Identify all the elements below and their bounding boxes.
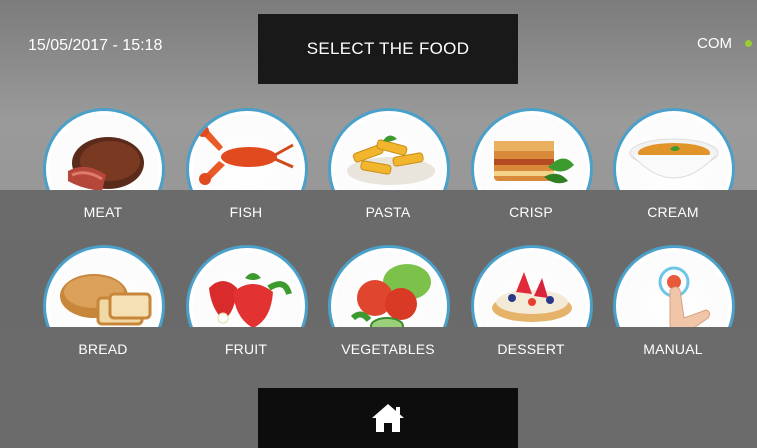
food-circle	[186, 245, 308, 327]
fruit-tart-icon	[492, 272, 572, 322]
penne-icon	[347, 135, 435, 185]
food-label: PASTA	[365, 204, 411, 220]
food-circle	[613, 108, 735, 190]
food-label: BREAD	[78, 341, 128, 357]
food-circle	[328, 108, 450, 190]
food-label: MANUAL	[643, 341, 703, 357]
food-circle	[613, 245, 735, 327]
food-label: CRISP	[509, 204, 553, 220]
food-tile-fruit[interactable]: FRUIT	[186, 245, 308, 365]
food-tile-cream[interactable]: CREAM	[613, 108, 735, 228]
food-circle	[471, 108, 593, 190]
home-icon	[372, 404, 404, 432]
food-circle	[43, 245, 165, 327]
food-tile-bread[interactable]: BREAD	[43, 245, 165, 365]
food-tile-dessert[interactable]: DESSERT	[471, 245, 593, 365]
hand-touch-icon	[658, 266, 711, 327]
vegetables-icon	[350, 264, 431, 327]
steak-icon	[68, 137, 144, 190]
date-time: 15/05/2017 - 15:18	[28, 37, 163, 54]
food-label: VEGETABLES	[341, 341, 435, 357]
page-title-text: SELECT THE FOOD	[306, 39, 470, 58]
lobster-icon	[197, 125, 294, 185]
food-label: DESSERT	[497, 341, 565, 357]
food-circle	[328, 245, 450, 327]
food-label: MEAT	[83, 204, 123, 220]
strawberries-icon	[209, 273, 292, 327]
home-button[interactable]	[258, 388, 518, 448]
header-bar: 15/05/2017 - 15:18 SELECT THE FOOD COM	[0, 0, 757, 90]
lasagna-icon	[494, 141, 574, 184]
food-circle	[471, 245, 593, 327]
food-tile-vegetables[interactable]: VEGETABLES	[328, 245, 450, 365]
connection-label: COM	[697, 35, 732, 52]
connection-status-dot	[745, 40, 752, 47]
food-tile-fish[interactable]: FISH	[186, 108, 308, 228]
food-tile-crisp[interactable]: CRISP	[471, 108, 593, 228]
food-circle	[186, 108, 308, 190]
page-title: SELECT THE FOOD	[258, 14, 518, 84]
food-label: CREAM	[647, 204, 699, 220]
soup-bowl-icon	[629, 138, 719, 179]
food-label: FRUIT	[224, 341, 268, 357]
food-label: FISH	[229, 204, 263, 220]
food-tile-manual[interactable]: MANUAL	[613, 245, 735, 365]
food-circle	[43, 108, 165, 190]
bread-icon	[60, 274, 152, 326]
food-tile-pasta[interactable]: PASTA	[328, 108, 450, 228]
food-tile-meat[interactable]: MEAT	[43, 108, 165, 228]
